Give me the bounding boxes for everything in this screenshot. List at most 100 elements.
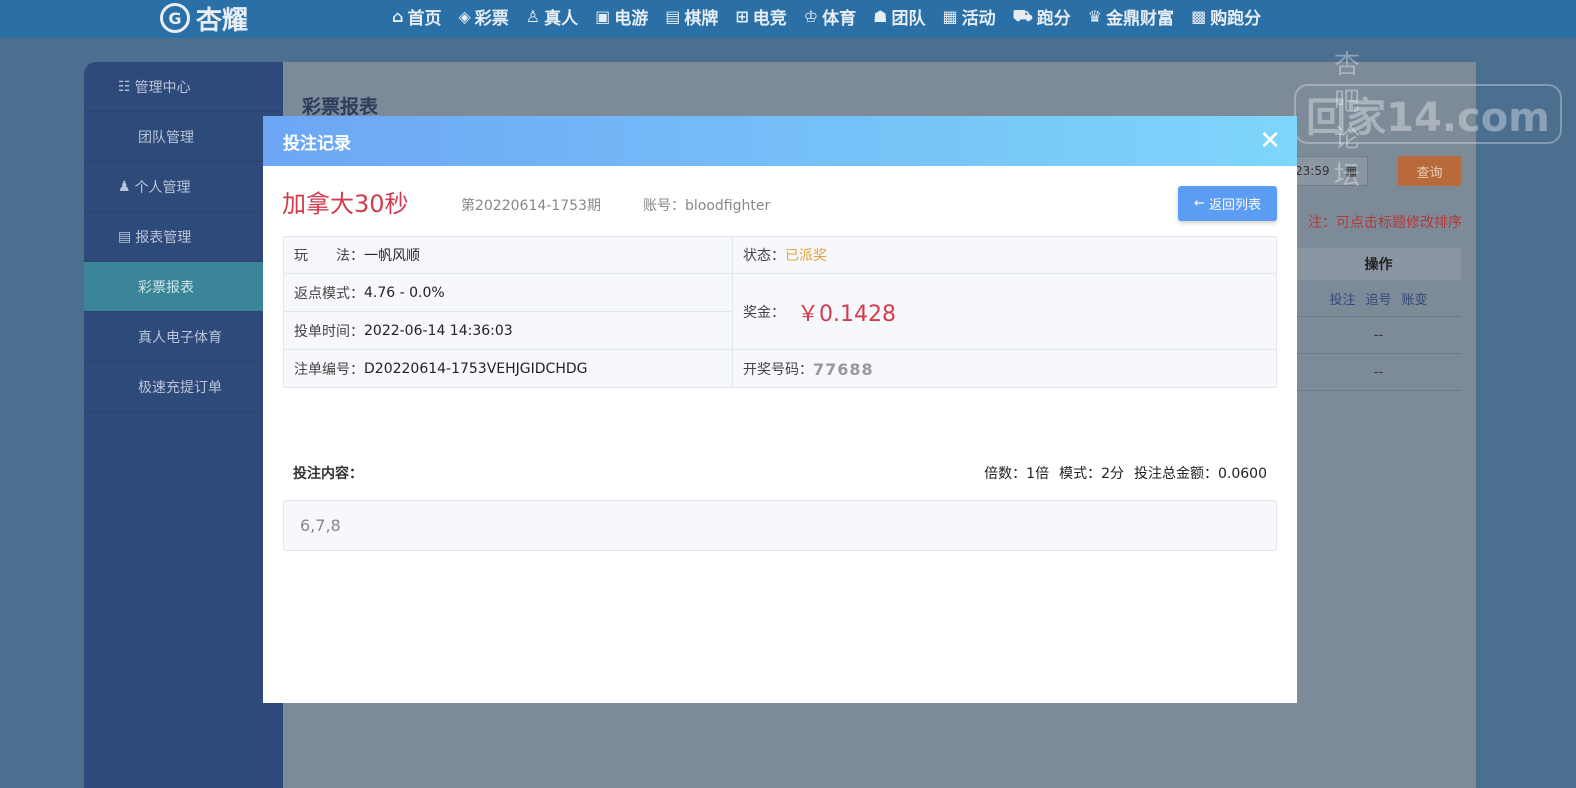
nav-item-label: 棋牌	[684, 8, 719, 29]
table-row: 投注 追号 账变	[1296, 280, 1461, 317]
nav-item-3[interactable]: ▣ 电游	[595, 4, 648, 29]
sidebar-item-label: 极速充提订单	[138, 379, 222, 396]
table-row: --	[1296, 354, 1461, 391]
total-amount-text: 投注总金额：0.0600	[1134, 466, 1267, 482]
status-badge: 已派奖	[785, 248, 827, 264]
sidebar-item-6[interactable]: 极速充提订单	[84, 362, 283, 412]
site-logo[interactable]: G 杏耀	[160, 0, 248, 36]
nav-item-2[interactable]: ♙ 真人	[526, 4, 578, 29]
bet-link[interactable]: 投注	[1329, 289, 1355, 308]
sidebar-item-label: 管理中心	[134, 79, 191, 96]
nav-item-4[interactable]: ▤ 棋牌	[665, 4, 718, 29]
nav-item-label: 跑分	[1036, 8, 1071, 29]
lottery-icon: ◈	[458, 6, 471, 26]
arrow-left-icon: ←	[1194, 196, 1205, 211]
status-cell: 状态： 已派奖	[733, 237, 1276, 274]
play-label: 玩 法：	[294, 248, 364, 264]
sidebar-item-0[interactable]: ☷ 管理中心	[84, 62, 283, 112]
bet-record-modal: 投注记录 ✕ 加拿大30秒 第20220614-1753期 账号：bloodfi…	[263, 116, 1297, 703]
operation-column-header[interactable]: 操作	[1296, 248, 1461, 280]
table-row: --	[1296, 317, 1461, 354]
nav-item-label: 活动	[961, 8, 996, 29]
sidebar-item-label: 真人电子体育	[138, 329, 222, 346]
account-label: 账号：	[643, 198, 685, 214]
draw-number-cell: 开奖号码： 77688	[733, 350, 1276, 388]
user-icon: ♟	[118, 178, 131, 195]
bet-time-cell: 投单时间： 2022-06-14 14:36:03	[284, 312, 733, 350]
nav-item-0[interactable]: ⌂ 首页	[392, 4, 441, 29]
draw-number-value: 77688	[813, 359, 874, 379]
report-icon: ▤	[118, 228, 132, 245]
nav-item-label: 彩票	[474, 8, 509, 29]
chase-link[interactable]: 追号	[1365, 289, 1391, 308]
nav-item-label: 团队	[891, 8, 926, 29]
operation-cell: --	[1373, 364, 1384, 380]
team-icon: ☗	[873, 6, 888, 26]
nav-item-1[interactable]: ◈ 彩票	[458, 4, 508, 29]
live-icon: ♙	[525, 6, 541, 26]
nav-item-label: 购跑分	[1210, 8, 1262, 29]
back-to-list-button[interactable]: ← 返回列表	[1178, 186, 1277, 221]
nav-item-label: 首页	[407, 8, 442, 29]
top-navbar: G 杏耀 ⌂ 首页 ◈ 彩票 ♙ 真人 ▣ 电游 ▤ 棋牌 ⊞ 电竞 ♔ 体育 ☗ 团队 ▦ 活动 ⛟ 跑分 ♛ 金鼎财富…	[0, 0, 1576, 38]
nav-item-label: 电竞	[752, 8, 787, 29]
users-icon: ☷	[118, 78, 131, 95]
nav-item-5[interactable]: ⊞ 电竞	[735, 4, 786, 29]
sidebar-item-2[interactable]: ♟ 个人管理	[84, 162, 283, 212]
sidebar-item-label: 彩票报表	[138, 279, 194, 296]
sidebar-item-5[interactable]: 真人电子体育	[84, 312, 283, 362]
operation-cell: --	[1373, 327, 1384, 343]
account-info: 账号：bloodfighter	[643, 195, 770, 215]
nav-item-label: 体育	[822, 8, 857, 29]
sidebar-item-1[interactable]: 团队管理	[84, 112, 283, 162]
slots-icon: ▣	[595, 6, 611, 26]
order-number-cell: 注单编号： D20220614-1753VEHJGIDCHDG	[284, 350, 733, 388]
sidebar-item-4[interactable]: 彩票报表	[84, 262, 283, 312]
nav-item-6[interactable]: ♔ 体育	[804, 4, 856, 29]
sidebar-item-label: 报表管理	[135, 229, 192, 246]
status-label: 状态：	[743, 248, 785, 264]
bet-time-value: 2022-06-14 14:36:03	[364, 322, 513, 339]
order-number-value: D20220614-1753VEHJGIDCHDG	[364, 361, 588, 377]
main-nav: ⌂ 首页 ◈ 彩票 ♙ 真人 ▣ 电游 ▤ 棋牌 ⊞ 电竞 ♔ 体育 ☗ 团队 ▦ 活动 ⛟ 跑分 ♛ 金鼎财富 ▩ 购跑分	[392, 0, 1261, 32]
close-icon[interactable]: ✕	[1259, 128, 1281, 154]
sidebar-item-3[interactable]: ▤ 报表管理	[84, 212, 283, 262]
bet-details-table: 玩 法： 一帆风顺 状态： 已派奖 返点模式： 4.76 - 0.0% 投单时间： 20…	[283, 236, 1277, 388]
nav-item-label: 金鼎财富	[1106, 8, 1175, 29]
lottery-name: 加拿大30秒	[282, 190, 409, 218]
gift-icon: ▦	[942, 6, 958, 26]
bet-time-label: 投单时间：	[294, 323, 364, 340]
logo-text: 杏耀	[196, 5, 249, 36]
bet-content-value: 6,7,8	[300, 516, 341, 535]
multiplier-text: 倍数：1倍	[984, 466, 1050, 482]
sort-note: 注：可点击标题修改排序	[1308, 215, 1462, 231]
watermark-line2: 回家14.com	[1294, 84, 1562, 144]
nav-item-label: 电游	[614, 8, 649, 29]
logo-mark-icon: G	[160, 3, 190, 33]
sidebar: ☷ 管理中心 团队管理 ♟ 个人管理 ▤ 报表管理 彩票报表 真人电子体育 极速充提订单	[84, 62, 283, 788]
page-title: 彩票报表	[302, 96, 379, 118]
rebate-value: 4.76 - 0.0%	[364, 284, 445, 301]
trophy-icon: ♔	[803, 6, 819, 26]
mode-text: 模式：2分	[1059, 466, 1124, 482]
prize-value: ￥0.1428	[797, 301, 896, 327]
nav-item-8[interactable]: ▦ 活动	[942, 4, 995, 29]
cards-icon: ▤	[665, 6, 681, 26]
modal-title: 投注记录	[283, 133, 351, 154]
nav-item-10[interactable]: ♛ 金鼎财富	[1088, 4, 1174, 29]
car-icon: ⛟	[1012, 5, 1033, 25]
transaction-link[interactable]: 账变	[1402, 289, 1428, 308]
account-value: bloodfighter	[685, 198, 771, 214]
end-date-value: 23:59	[1295, 164, 1330, 178]
nav-item-9[interactable]: ⛟ 跑分	[1013, 4, 1071, 29]
nav-item-11[interactable]: ▩ 购跑分	[1191, 4, 1261, 29]
draw-number-label: 开奖号码：	[743, 362, 813, 378]
nav-item-7[interactable]: ☗ 团队	[873, 4, 925, 29]
bet-content-box: 6,7,8	[283, 500, 1277, 551]
rebate-label: 返点模式：	[294, 285, 364, 302]
points-icon: ▩	[1191, 6, 1207, 26]
play-value: 一帆风顺	[364, 248, 420, 264]
forum-watermark: 杏吧论坛 回家14.com	[1294, 44, 1562, 191]
modal-header: 投注记录 ✕	[263, 116, 1297, 166]
sidebar-item-label: 团队管理	[138, 129, 194, 146]
